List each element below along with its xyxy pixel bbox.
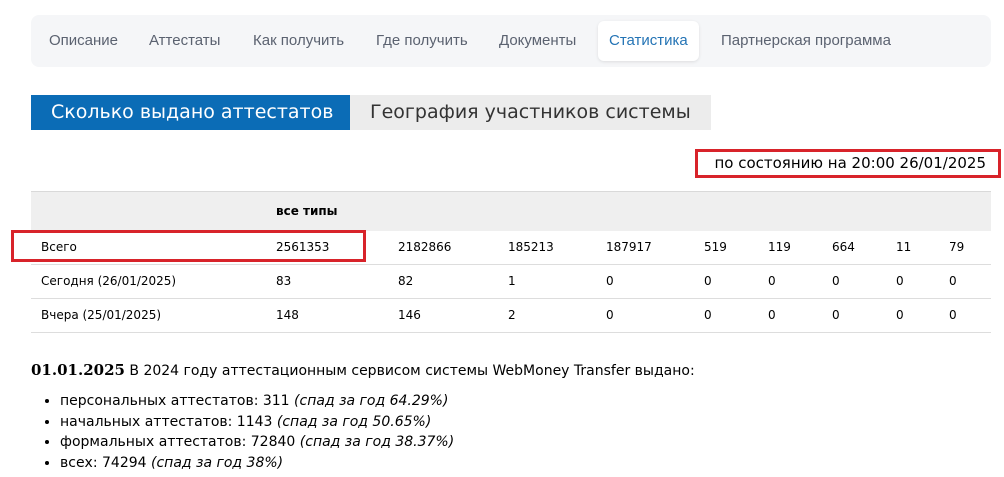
table-row: Вчера (25/01/2025) 148 146 2 0 0 0 0 0 0 xyxy=(31,299,991,333)
table-cell: 2182866 xyxy=(398,240,452,254)
summary-text: В 2024 году аттестационным сервисом сист… xyxy=(129,363,695,379)
table-cell: 185213 xyxy=(508,240,554,254)
tab-description[interactable]: Описание xyxy=(38,21,129,61)
table-cell: 83 xyxy=(276,274,292,288)
summary-note: 01.01.2025 В 2024 году аттестационным се… xyxy=(31,361,695,379)
table-cell: 79 xyxy=(949,240,965,254)
table-cell: 0 xyxy=(704,308,712,322)
list-item-text: персональных аттестатов: 311 xyxy=(60,393,290,409)
table-cell: 0 xyxy=(606,308,614,322)
subtab-participants-geography[interactable]: География участников системы xyxy=(350,95,711,130)
list-item-text: всех: 74294 xyxy=(60,454,147,471)
list-item-note: (спад за год 38.37%) xyxy=(299,434,455,450)
table-cell: 0 xyxy=(949,308,957,322)
summary-list: персональных аттестатов: 311 (спад за го… xyxy=(31,391,454,473)
table-cell: 0 xyxy=(896,274,904,288)
list-item-note: (спад за год 50.65%) xyxy=(276,413,432,430)
list-item-text: формальных аттестатов: 72840 xyxy=(60,434,296,450)
column-header-all-types: все типы xyxy=(276,204,338,218)
table-cell: 0 xyxy=(768,274,776,288)
tab-where-to-get[interactable]: Где получить xyxy=(365,21,479,61)
summary-date: 01.01.2025 xyxy=(31,361,125,379)
table-cell: 0 xyxy=(832,274,840,288)
tab-how-to-get[interactable]: Как получить xyxy=(242,21,355,61)
table-cell: 0 xyxy=(949,274,957,288)
tab-documents[interactable]: Документы xyxy=(488,21,587,61)
list-item-note: (спад за год 64.29%) xyxy=(294,393,449,409)
table-cell: 146 xyxy=(398,308,421,322)
list-item: формальных аттестатов: 72840 (спад за го… xyxy=(60,432,454,453)
top-nav: Описание Аттестаты Как получить Где полу… xyxy=(31,15,991,67)
table-cell: 0 xyxy=(768,308,776,322)
table-cell: 119 xyxy=(768,240,791,254)
row-label: Вчера (25/01/2025) xyxy=(41,308,162,322)
tab-partner-program[interactable]: Партнерская программа xyxy=(710,21,902,61)
list-item: начальных аттестатов: 1143 (спад за год … xyxy=(60,412,454,433)
table-cell: 11 xyxy=(896,240,912,254)
table-cell: 1 xyxy=(508,274,516,288)
table-cell: 664 xyxy=(832,240,855,254)
table-cell: 2 xyxy=(508,308,516,322)
list-item: персональных аттестатов: 311 (спад за го… xyxy=(60,391,454,412)
highlight-box xyxy=(11,230,366,262)
list-item: всех: 74294 (спад за год 38%) xyxy=(60,453,454,474)
table-cell: 0 xyxy=(704,274,712,288)
list-item-text: начальных аттестатов: 1143 xyxy=(60,413,273,430)
table-cell: 82 xyxy=(398,274,414,288)
table-header: все типы xyxy=(31,191,991,231)
table-cell: 0 xyxy=(606,274,614,288)
list-item-note: (спад за год 38%) xyxy=(151,454,284,471)
table-cell: 0 xyxy=(896,308,904,322)
tab-statistics[interactable]: Статистика xyxy=(598,21,699,61)
table-row: Сегодня (26/01/2025) 83 82 1 0 0 0 0 0 0 xyxy=(31,265,991,299)
table-cell: 148 xyxy=(276,308,299,322)
table-cell: 187917 xyxy=(606,240,652,254)
asof-timestamp: по состоянию на 20:00 26/01/2025 xyxy=(695,149,1001,178)
table-cell: 0 xyxy=(832,308,840,322)
table-cell: 519 xyxy=(704,240,727,254)
tab-certificates[interactable]: Аттестаты xyxy=(138,21,231,61)
subtab-issued-certificates[interactable]: Сколько выдано аттестатов xyxy=(31,95,354,130)
row-label: Сегодня (26/01/2025) xyxy=(41,274,177,288)
stats-table: все типы Всего 2561353 2182866 185213 18… xyxy=(31,191,991,333)
